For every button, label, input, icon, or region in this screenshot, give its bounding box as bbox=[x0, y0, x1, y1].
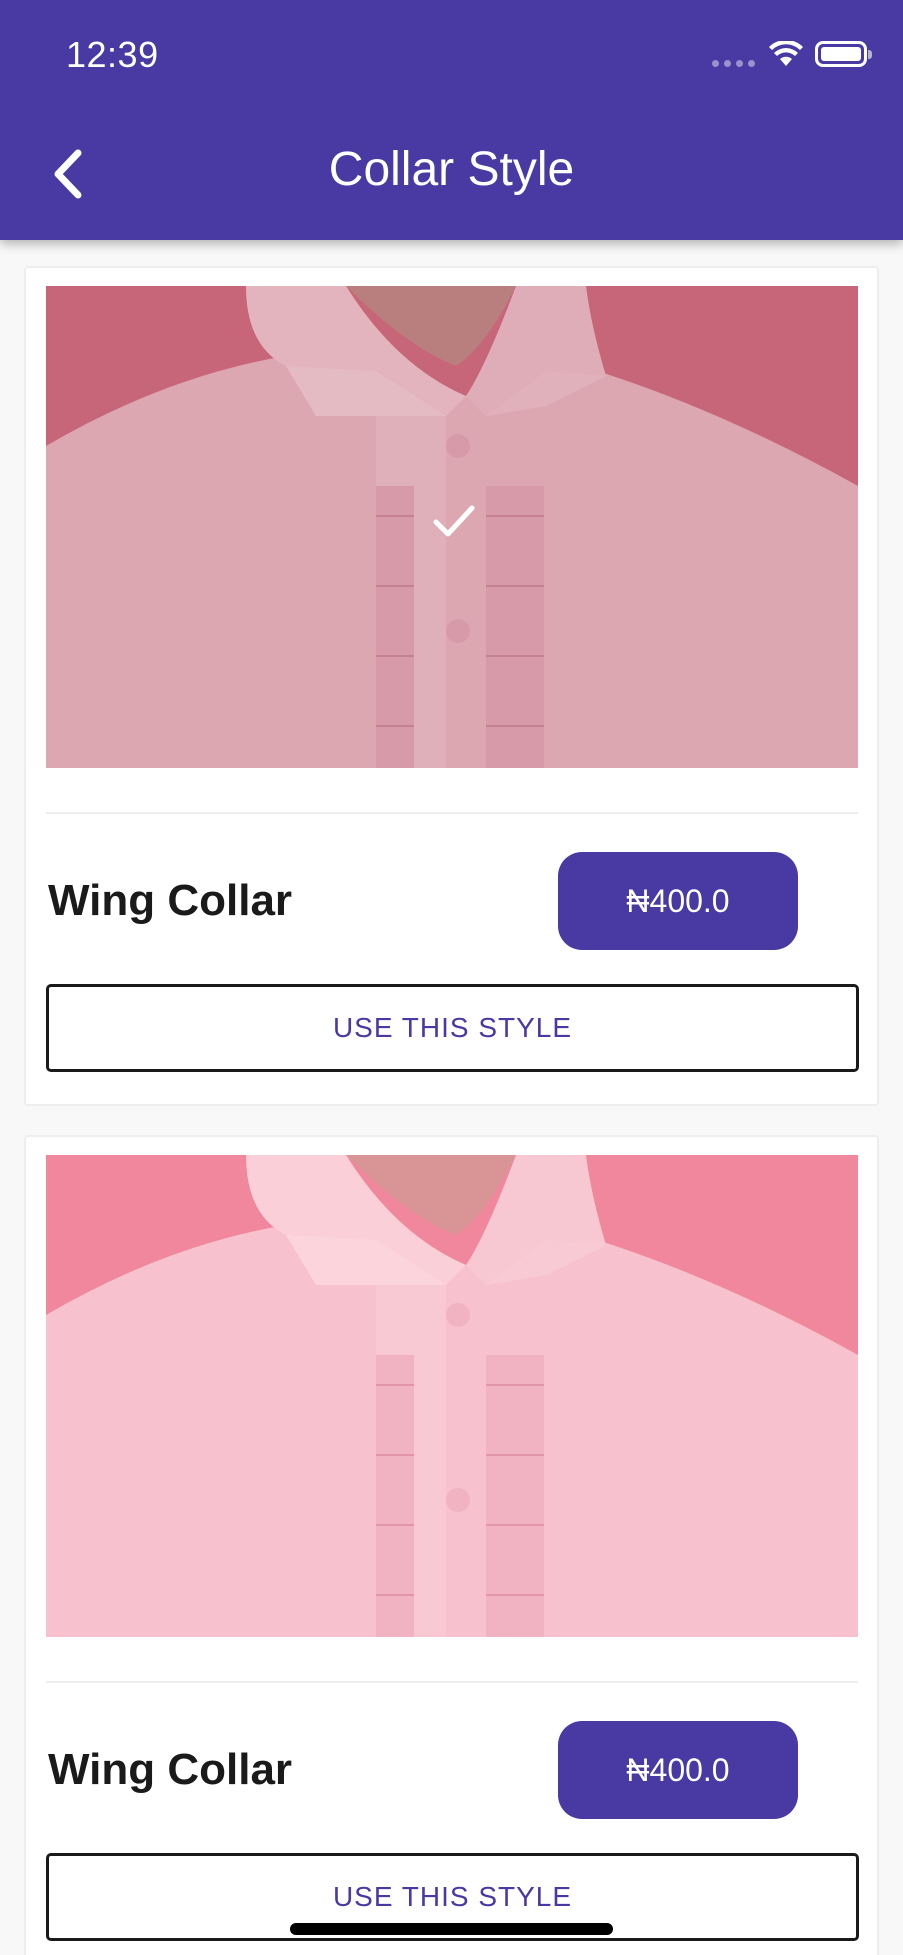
home-indicator bbox=[290, 1923, 613, 1935]
shirt-photo bbox=[46, 1155, 858, 1637]
style-name: Wing Collar bbox=[48, 1745, 293, 1794]
cellular-signal-icon bbox=[712, 60, 755, 67]
style-name: Wing Collar bbox=[48, 876, 293, 925]
collar-style-screen: 12:39 Collar Style Wing Collar ₦400.0 US… bbox=[0, 0, 903, 1955]
page-title: Collar Style bbox=[328, 143, 575, 196]
divider bbox=[46, 1681, 858, 1683]
price-badge[interactable]: ₦400.0 bbox=[558, 852, 798, 950]
app-header: 12:39 Collar Style bbox=[0, 0, 903, 240]
collar-image[interactable] bbox=[46, 286, 858, 768]
style-card: Wing Collar ₦400.0 USE THIS STYLE bbox=[24, 266, 879, 1106]
battery-icon bbox=[815, 40, 872, 67]
divider bbox=[46, 812, 858, 814]
price-badge[interactable]: ₦400.0 bbox=[558, 1721, 798, 1819]
use-this-style-button[interactable]: USE THIS STYLE bbox=[46, 984, 859, 1072]
selected-check-icon bbox=[433, 505, 475, 537]
status-icons bbox=[712, 40, 872, 67]
wifi-icon bbox=[769, 40, 803, 66]
collar-image[interactable] bbox=[46, 1155, 858, 1637]
status-time: 12:39 bbox=[66, 34, 159, 75]
style-card: Wing Collar ₦400.0 USE THIS STYLE bbox=[24, 1135, 879, 1955]
